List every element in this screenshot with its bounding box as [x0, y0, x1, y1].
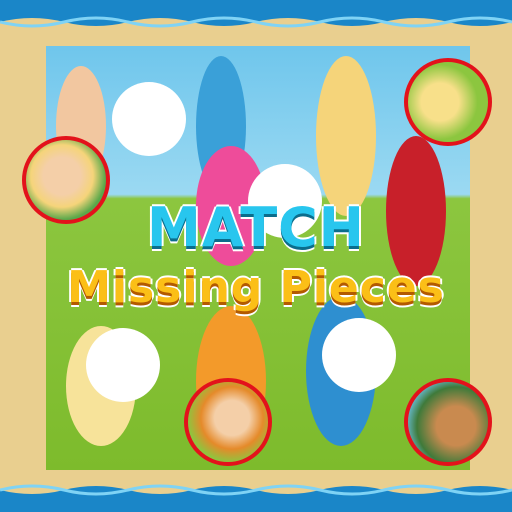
title-missing-pieces: Missing Pieces	[67, 262, 445, 313]
missing-piece-hole[interactable]	[322, 318, 396, 392]
kid-figure	[316, 56, 376, 216]
water-wave-top	[0, 0, 512, 28]
title-match: MATCH	[147, 196, 365, 259]
puzzle-piece[interactable]	[404, 378, 492, 466]
puzzle-piece[interactable]	[184, 378, 272, 466]
water-wave-bottom	[0, 484, 512, 512]
missing-piece-hole[interactable]	[86, 328, 160, 402]
puzzle-piece[interactable]	[404, 58, 492, 146]
missing-piece-hole[interactable]	[112, 82, 186, 156]
